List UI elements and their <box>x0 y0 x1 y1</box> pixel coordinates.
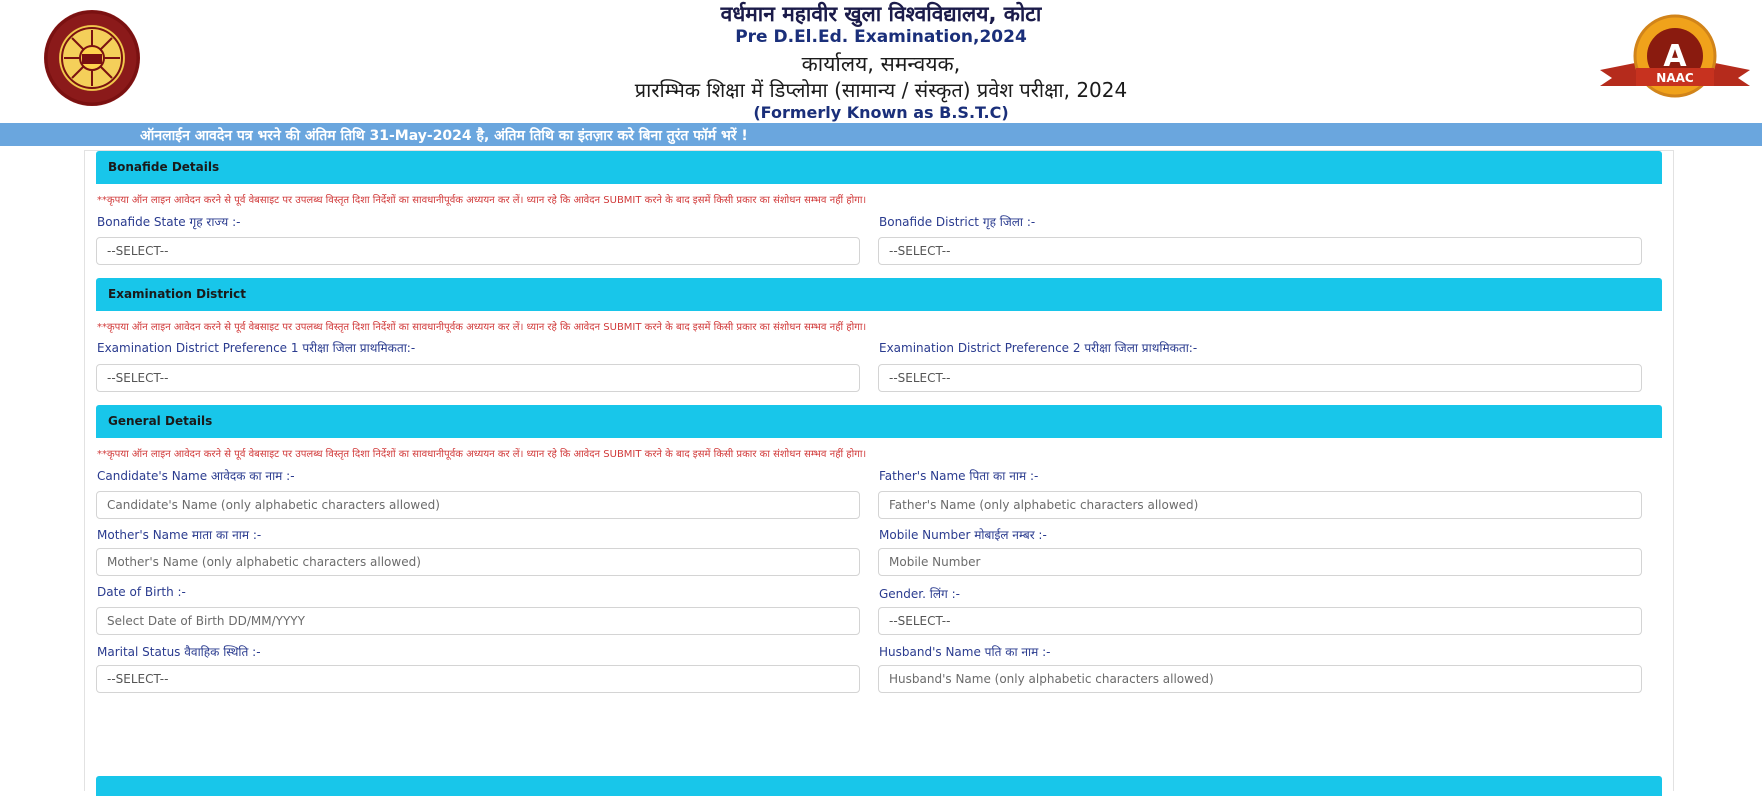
office-title-hindi: कार्यालय, समन्वयक, <box>801 52 961 76</box>
dob-input[interactable] <box>96 607 860 635</box>
bonafide-district-select[interactable]: --SELECT-- <box>878 237 1642 265</box>
university-name-hindi: वर्धमान महावीर खुला विश्वविद्यालय, कोटा <box>720 2 1042 26</box>
bonafide-state-select[interactable]: --SELECT-- <box>96 237 860 265</box>
instruction-note: **कृपया ऑन लाइन आवेदन करने से पूर्व वेबस… <box>97 195 867 206</box>
deadline-notice-text: ऑनलाईन आवदेन पत्र भरने की अंतिम तिथि 31-… <box>140 128 748 144</box>
instruction-note: **कृपया ऑन लाइन आवेदन करने से पूर्व वेबस… <box>97 449 867 460</box>
candidate-name-input[interactable] <box>96 491 860 519</box>
formerly-known-as: (Formerly Known as B.S.T.C) <box>753 103 1009 122</box>
instruction-note: **कृपया ऑन लाइन आवेदन करने से पूर्व वेबस… <box>97 322 867 333</box>
naac-grade: A <box>1663 39 1687 74</box>
application-form: Bonafide Details **कृपया ऑन लाइन आवेदन क… <box>84 150 1674 796</box>
deadline-notice-bar: ऑनलाईन आवदेन पत्र भरने की अंतिम तिथि 31-… <box>0 123 1762 146</box>
mobile-number-label: Mobile Number मोबाईल नम्बर :- <box>879 528 1047 542</box>
naac-label: NAAC <box>1656 71 1694 85</box>
exam-pref1-select[interactable]: --SELECT-- <box>96 364 860 392</box>
marital-status-select[interactable]: --SELECT-- <box>96 665 860 693</box>
candidate-name-label: Candidate's Name आवेदक का नाम :- <box>97 469 295 483</box>
section-general-details: General Details <box>96 405 1662 438</box>
section-title-general: General Details <box>96 405 1662 438</box>
mother-name-label: Mother's Name माता का नाम :- <box>97 528 262 542</box>
exam-pref2-select[interactable]: --SELECT-- <box>878 364 1642 392</box>
mobile-number-input[interactable] <box>878 548 1642 576</box>
mother-name-input[interactable] <box>96 548 860 576</box>
exam-pref1-label: Examination District Preference 1 परीक्ष… <box>97 341 416 355</box>
next-section-header <box>96 776 1662 796</box>
section-bonafide-details: Bonafide Details <box>96 151 1662 184</box>
section-examination-district: Examination District <box>96 278 1662 311</box>
bonafide-state-label: Bonafide State गृह राज्य :- <box>97 215 241 229</box>
section-title-bonafide: Bonafide Details <box>96 151 1662 184</box>
exam-title: Pre D.El.Ed. Examination,2024 <box>735 27 1027 47</box>
program-title-hindi: प्रारम्भिक शिक्षा में डिप्लोमा (सामान्य … <box>634 78 1128 102</box>
naac-badge: A NAAC <box>1600 12 1750 108</box>
dob-label: Date of Birth :- <box>97 585 186 599</box>
father-name-input[interactable] <box>878 491 1642 519</box>
section-title-exam-district: Examination District <box>96 278 1662 311</box>
gender-label: Gender. लिंग :- <box>879 587 960 601</box>
husband-name-input[interactable] <box>878 665 1642 693</box>
bonafide-district-label: Bonafide District गृह जिला :- <box>879 215 1036 229</box>
page-header: वर्धमान महावीर खुला विश्वविद्यालय, कोटा … <box>0 0 1762 122</box>
exam-pref2-label: Examination District Preference 2 परीक्ष… <box>879 341 1198 355</box>
gender-select[interactable]: --SELECT-- <box>878 607 1642 635</box>
father-name-label: Father's Name पिता का नाम :- <box>879 469 1039 483</box>
husband-name-label: Husband's Name पति का नाम :- <box>879 645 1051 659</box>
marital-status-label: Marital Status वैवाहिक स्थिति :- <box>97 645 261 659</box>
